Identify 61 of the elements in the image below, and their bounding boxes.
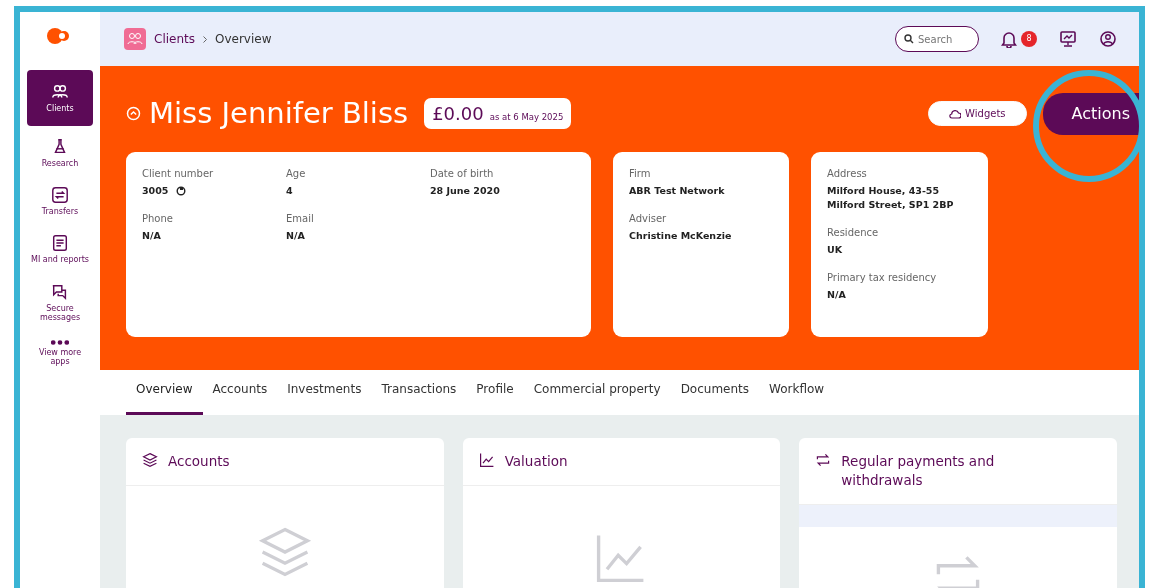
line-chart-icon [478,452,495,468]
client-name: Miss Jennifer Bliss [149,95,409,132]
field-value: Christine McKenzie [629,228,732,243]
chat-icon [51,282,69,301]
sidebar-item[interactable]: MI and reports [27,228,93,271]
field-label: Date of birth [430,166,495,181]
bell-icon[interactable] [1001,30,1017,48]
field-label: Age [286,166,307,181]
monitor-icon[interactable] [1059,30,1077,48]
field-value: N/A [827,288,846,303]
field-label: Email [286,211,315,226]
field-label: Firm [629,166,652,181]
tab[interactable]: Commercial property [523,380,671,415]
field-value: Milford House, 43-55 [827,183,940,198]
copy-icon[interactable] [176,185,187,196]
transfer-icon [51,186,69,205]
chevron-icon [203,35,207,43]
field-label: Client number [142,166,215,181]
field-value: 4 [286,183,293,198]
field-label: Residence [827,226,880,240]
balance-badge: £0.00 as at 6 May 2025 [424,98,572,130]
field-label: Phone [142,211,174,226]
field-label: Adviser [629,211,668,226]
sidebar-item[interactable]: Research [27,132,93,175]
field-value: 28 June 2020 [430,183,500,198]
breadcrumb-link[interactable]: Clients [154,30,195,48]
widget-title: Regular payments and withdrawals [841,452,996,490]
actions-button[interactable]: Actions [1042,92,1139,135]
sidebar-item[interactable]: Secure messages [27,276,93,328]
search-field[interactable]: Search [895,26,979,52]
widgets-button[interactable]: Widgets [928,101,1027,127]
search-icon [904,34,914,44]
field-value: UK [827,243,843,257]
report-icon [51,234,69,253]
layers-icon [142,452,158,468]
user-avatar-icon[interactable] [1099,30,1117,48]
sidebar-item[interactable]: Transfers [27,180,93,223]
tab[interactable]: Workflow [759,380,835,415]
more-icon [51,339,69,345]
field-value: N/A [142,228,161,243]
tab[interactable]: Documents [670,380,760,415]
field-label: Primary tax residency [827,271,938,286]
tab[interactable]: Investments [277,380,372,415]
widget-title: Accounts [168,452,230,471]
breadcrumb-current: Overview [215,31,272,48]
field-value: N/A [286,228,305,243]
tab[interactable]: Accounts [202,380,278,415]
notification-badge: 8 [1021,31,1037,47]
tab[interactable]: Transactions [371,380,467,415]
clients-icon [124,28,146,50]
sidebar-item[interactable]: View more apps [27,333,93,373]
cloud-icon [949,108,962,119]
field-value: ABR Test Network [629,183,725,198]
repeat-icon [815,452,832,468]
widget-title: Valuation [504,452,568,471]
tab[interactable]: Profile [466,380,524,415]
field-value: Milford Street, SP1 2BP [827,197,954,212]
sidebar-item[interactable]: Clients [27,70,93,126]
field-value: 3005 [142,183,169,198]
collapse-icon[interactable] [126,106,141,122]
field-label: Address [827,166,868,181]
